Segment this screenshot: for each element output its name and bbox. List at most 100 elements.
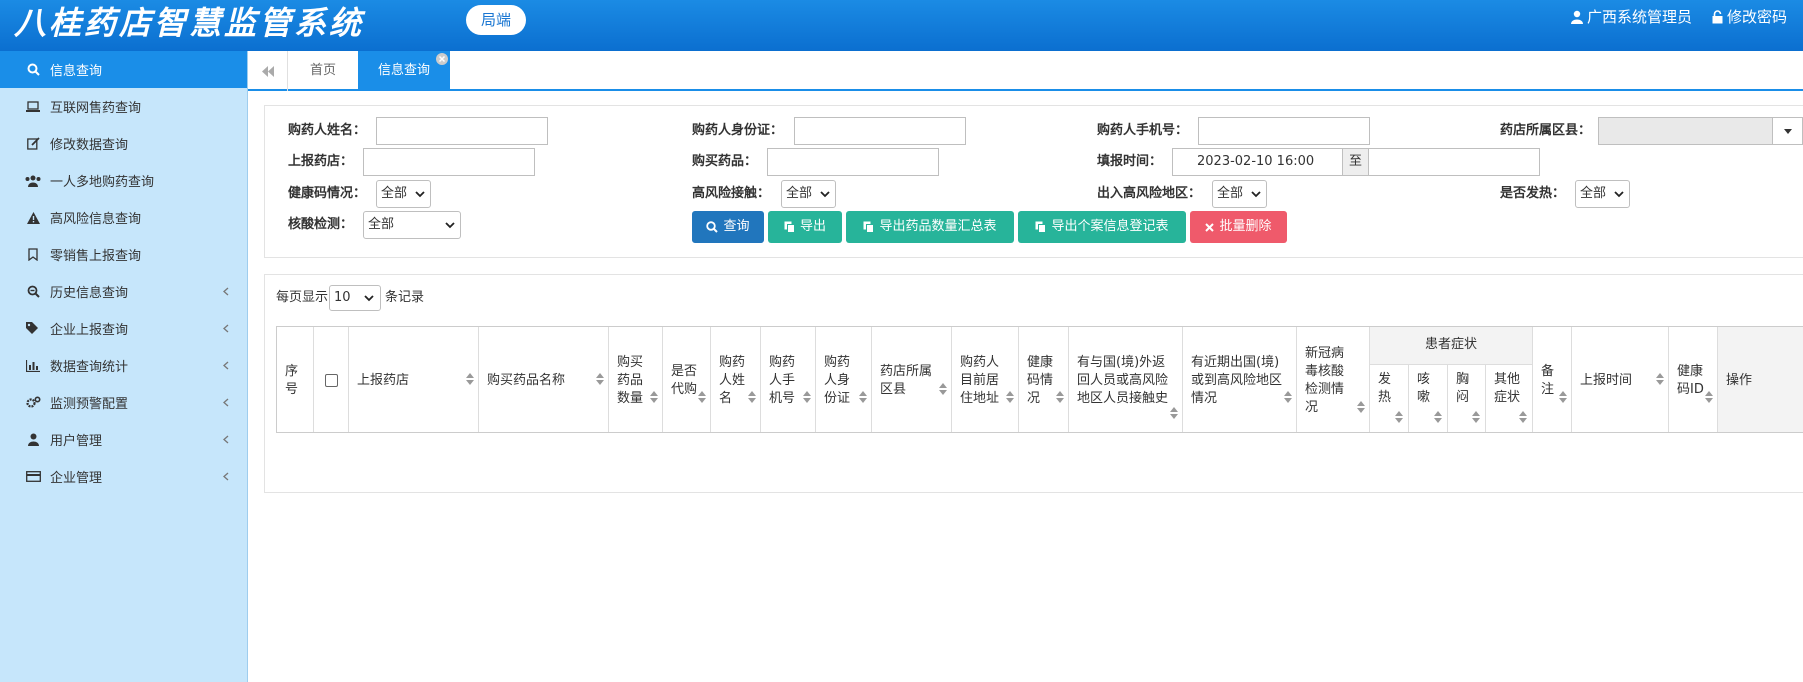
sidebar-item-user-management[interactable]: 用户管理 xyxy=(0,421,247,458)
sidebar-item-enterprise-management[interactable]: 企业管理 xyxy=(0,458,247,495)
col-label: 药店所属 区县 xyxy=(880,363,933,397)
sort-icon xyxy=(1170,407,1178,419)
col-label: 胸 闷 xyxy=(1456,372,1470,405)
data-table-header: 序 号 上报药店 购买药品名称 购买 药品 数量 是否 代购 购药 人姓 名 购… xyxy=(276,326,1803,433)
buyer-id-label: 购药人身份证： xyxy=(692,123,784,138)
col-sym-fever[interactable]: 发 热 xyxy=(1370,364,1409,432)
col-buyer-name[interactable]: 购药 人姓 名 xyxy=(711,327,761,432)
sidebar-item-label: 数据查询统计 xyxy=(50,360,129,375)
sort-icon xyxy=(698,391,706,403)
sidebar-item-zero-sales[interactable]: 零销售上报查询 xyxy=(0,236,247,273)
col-label: 新冠病 毒核酸 检测情 况 xyxy=(1305,345,1345,415)
drug-input[interactable] xyxy=(767,148,939,176)
fill-time-end-input[interactable] xyxy=(1368,148,1540,176)
col-health-id[interactable]: 健康 码ID xyxy=(1669,327,1718,432)
sidebar-item-statistics[interactable]: 数据查询统计 xyxy=(0,347,247,384)
district-select[interactable] xyxy=(1598,117,1773,145)
col-label: 健康 码ID xyxy=(1677,363,1704,397)
sort-icon xyxy=(1519,411,1527,423)
export-case-button[interactable]: 导出个案信息登记表 xyxy=(1018,211,1186,243)
tags-icon xyxy=(22,322,44,335)
query-button[interactable]: 查询 xyxy=(692,211,764,243)
export-summary-button-label: 导出药品数量汇总表 xyxy=(879,219,997,234)
users-icon xyxy=(22,175,44,187)
buyer-name-input[interactable] xyxy=(376,117,548,145)
sidebar-item-history[interactable]: 历史信息查询 xyxy=(0,273,247,310)
fill-time-to-addon: 至 xyxy=(1342,148,1369,176)
close-icon[interactable] xyxy=(436,53,448,65)
chevron-down-icon xyxy=(415,191,425,198)
select-value: 全部 xyxy=(786,186,813,201)
chevron-down-icon xyxy=(445,222,455,229)
sidebar-item-multi-location[interactable]: 一人多地购药查询 xyxy=(0,162,247,199)
col-qty[interactable]: 购买 药品 数量 xyxy=(609,327,663,432)
tab-home[interactable]: 首页 xyxy=(288,51,358,91)
col-remark[interactable]: 备 注 xyxy=(1533,327,1572,432)
chevron-left-icon xyxy=(223,470,229,485)
fill-time-start-input[interactable]: 2023-02-10 16:00 xyxy=(1172,148,1343,176)
col-nucleic[interactable]: 新冠病 毒核酸 检测情 况 xyxy=(1297,327,1370,432)
col-proxy[interactable]: 是否 代购 xyxy=(663,327,711,432)
tab-info-query[interactable]: 信息查询 xyxy=(358,51,450,91)
caret-down-icon xyxy=(1783,129,1792,134)
change-password-link[interactable]: 修改密码 xyxy=(1712,5,1787,29)
col-label: 健康 码情 况 xyxy=(1027,354,1054,406)
nucleic-label: 核酸检测： xyxy=(288,217,354,232)
col-report-time[interactable]: 上报时间 xyxy=(1572,327,1669,432)
col-drug-name[interactable]: 购买药品名称 xyxy=(479,327,609,432)
sort-icon xyxy=(1056,391,1064,403)
export-summary-button[interactable]: 导出药品数量汇总表 xyxy=(846,211,1014,243)
high-risk-contact-select[interactable]: 全部 xyxy=(781,180,836,208)
sidebar-item-info-query[interactable]: 信息查询 xyxy=(0,51,247,88)
current-user[interactable]: 广西系统管理员 xyxy=(1570,5,1692,29)
col-district[interactable]: 药店所属 区县 xyxy=(872,327,952,432)
chevron-left-icon xyxy=(223,359,229,374)
nucleic-select[interactable]: 全部 xyxy=(363,211,461,239)
col-report-store[interactable]: 上报药店 xyxy=(349,327,479,432)
tab-scroll-left-button[interactable] xyxy=(248,51,288,91)
buyer-id-input[interactable] xyxy=(794,117,966,145)
sidebar-item-label: 一人多地购药查询 xyxy=(50,175,155,190)
tab-label: 信息查询 xyxy=(377,63,430,78)
col-address[interactable]: 购药人 目前居 住地址 xyxy=(952,327,1019,432)
export-button[interactable]: 导出 xyxy=(768,211,842,243)
lock-icon xyxy=(1712,10,1723,24)
sort-icon xyxy=(1434,411,1442,423)
sidebar-item-label: 监测预警配置 xyxy=(50,397,129,412)
sidebar-item-modified-data[interactable]: 修改数据查询 xyxy=(0,125,247,162)
report-store-input[interactable] xyxy=(363,148,535,176)
col-sym-other[interactable]: 其他 症状 xyxy=(1486,364,1533,432)
health-code-select[interactable]: 全部 xyxy=(376,180,431,208)
sidebar-item-label: 修改数据查询 xyxy=(50,138,129,153)
col-sym-cough[interactable]: 咳 嗽 xyxy=(1409,364,1448,432)
district-dropdown-button[interactable] xyxy=(1772,117,1803,145)
fever-select[interactable]: 全部 xyxy=(1575,180,1630,208)
col-label: 购买药品名称 xyxy=(487,372,566,388)
sidebar-item-label: 高风险信息查询 xyxy=(50,212,142,227)
chevron-down-icon xyxy=(1614,191,1624,198)
col-health[interactable]: 健康 码情 况 xyxy=(1019,327,1069,432)
sidebar-item-internet-sales[interactable]: 互联网售药查询 xyxy=(0,88,247,125)
chevron-left-icon xyxy=(223,396,229,411)
batch-delete-button[interactable]: 批量删除 xyxy=(1190,211,1287,243)
high-risk-contact-label: 高风险接触： xyxy=(692,186,771,201)
buyer-phone-input[interactable] xyxy=(1198,117,1370,145)
select-all-checkbox[interactable] xyxy=(324,374,338,387)
sidebar-item-high-risk[interactable]: 高风险信息查询 xyxy=(0,199,247,236)
sidebar-item-enterprise-report[interactable]: 企业上报查询 xyxy=(0,310,247,347)
fill-time-label: 填报时间： xyxy=(1097,154,1163,169)
sidebar-item-alert-config[interactable]: 监测预警配置 xyxy=(0,384,247,421)
page-size-select[interactable]: 10 xyxy=(329,285,382,311)
high-risk-area-select[interactable]: 全部 xyxy=(1212,180,1267,208)
col-buyer-id[interactable]: 购药 人身 份证 xyxy=(816,327,872,432)
col-label: 上报时间 xyxy=(1580,372,1633,388)
sort-icon xyxy=(803,391,811,403)
col-label: 购药 人身 份证 xyxy=(824,354,851,406)
col-contact[interactable]: 有与国(境)外返 回人员或高风险 地区人员接触史 xyxy=(1069,327,1183,432)
chevron-left-icon xyxy=(223,322,229,337)
col-travel[interactable]: 有近期出国(境) 或到高风险地区 情况 xyxy=(1183,327,1297,432)
col-sym-chest[interactable]: 胸 闷 xyxy=(1448,364,1486,432)
sort-icon xyxy=(650,391,658,403)
col-buyer-phone[interactable]: 购药 人手 机号 xyxy=(761,327,816,432)
sidebar-item-label: 信息查询 xyxy=(50,64,103,79)
